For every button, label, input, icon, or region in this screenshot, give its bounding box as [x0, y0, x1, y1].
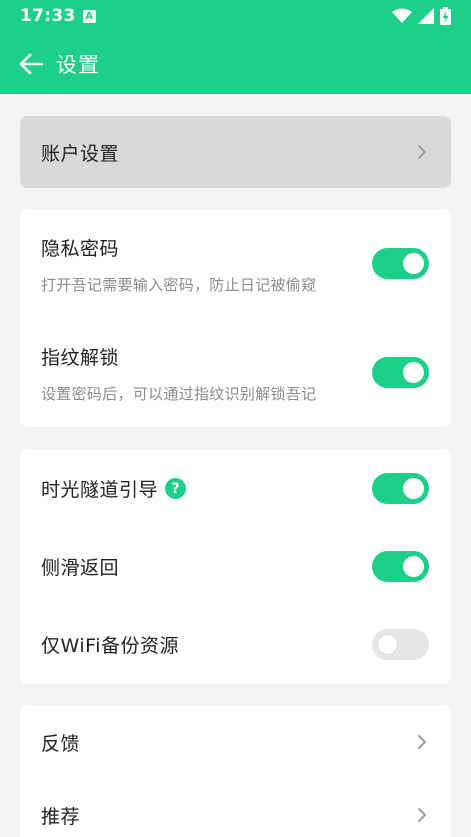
feedback-item[interactable]: 反馈: [41, 727, 429, 757]
privacy-password-label: 隐私密码: [41, 238, 120, 260]
status-time: 17:33: [20, 6, 76, 26]
chevron-right-icon: [415, 808, 429, 822]
cellular-signal-icon: [418, 8, 434, 24]
swipe-back-toggle[interactable]: [372, 551, 429, 582]
chevron-right-icon: [415, 735, 429, 749]
app-header: 17:33 A 设置: [0, 0, 471, 94]
page-title: 设置: [56, 53, 100, 77]
toggle-knob: [377, 634, 398, 655]
chevron-right-icon: [415, 145, 429, 159]
wifi-backup-toggle[interactable]: [372, 629, 429, 660]
time-tunnel-toggle[interactable]: [372, 473, 429, 504]
account-settings-item[interactable]: 账户设置: [20, 116, 451, 188]
privacy-password-row: 隐私密码 打开吾记需要输入密码，防止日记被偷窥: [41, 234, 429, 295]
wifi-backup-row: 仅WiFi备份资源: [41, 629, 429, 660]
general-card: 时光隧道引导 ? 侧滑返回 仅WiFi备份资源: [20, 449, 451, 684]
swipe-back-row: 侧滑返回: [41, 551, 429, 582]
fingerprint-unlock-toggle[interactable]: [372, 357, 429, 388]
swipe-back-label: 侧滑返回: [41, 557, 120, 579]
privacy-password-toggle[interactable]: [372, 248, 429, 279]
more-card: 反馈 推荐: [20, 705, 451, 837]
toggle-knob: [403, 478, 424, 499]
privacy-password-desc: 打开吾记需要输入密码，防止日记被偷窥: [41, 276, 317, 294]
fingerprint-unlock-desc: 设置密码后，可以通过指纹识别解锁吾记: [41, 385, 317, 403]
wifi-icon: [392, 8, 412, 24]
back-arrow-icon[interactable]: [18, 51, 44, 77]
privacy-card: 隐私密码 打开吾记需要输入密码，防止日记被偷窥 指纹解锁 设置密码后，可以通过指…: [20, 209, 451, 427]
time-tunnel-label: 时光隧道引导: [41, 479, 159, 501]
time-tunnel-row: 时光隧道引导 ?: [41, 473, 429, 504]
status-bar: 17:33 A: [0, 0, 471, 32]
status-icons: [392, 7, 451, 25]
account-settings-label: 账户设置: [41, 142, 120, 165]
recommend-item[interactable]: 推荐: [41, 800, 429, 830]
notification-a-icon: A: [82, 9, 96, 23]
wifi-backup-label: 仅WiFi备份资源: [41, 635, 179, 657]
battery-charging-icon: [440, 7, 451, 25]
fingerprint-unlock-row: 指纹解锁 设置密码后，可以通过指纹识别解锁吾记: [41, 343, 429, 404]
toggle-knob: [403, 253, 424, 274]
fingerprint-unlock-label: 指纹解锁: [41, 347, 120, 369]
feedback-label: 反馈: [41, 732, 81, 755]
help-question-icon[interactable]: ?: [165, 478, 187, 499]
title-bar: 设置: [0, 40, 471, 88]
recommend-label: 推荐: [41, 805, 81, 828]
toggle-knob: [403, 362, 424, 383]
toggle-knob: [403, 556, 424, 577]
